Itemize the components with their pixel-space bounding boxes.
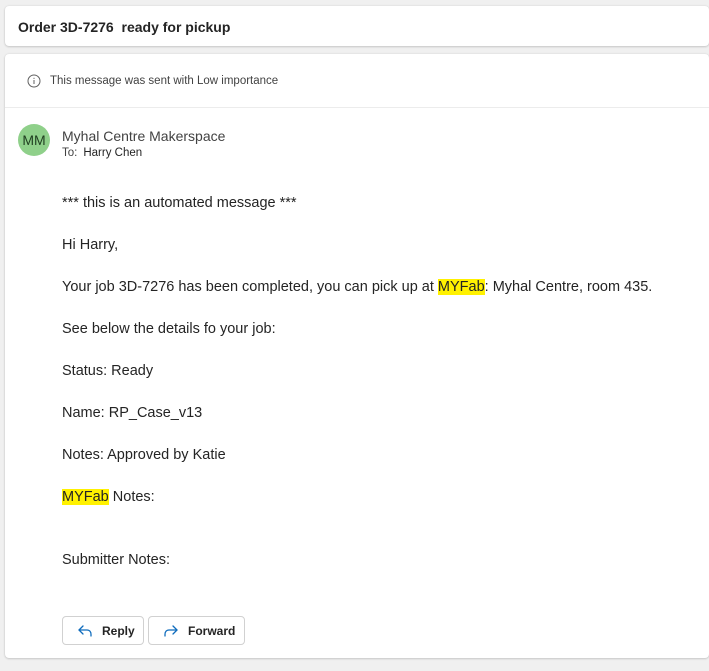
myfab-highlight: MYFab	[62, 489, 109, 505]
myfab-highlight: MYFab	[437, 279, 485, 295]
importance-banner: This message was sent with Low importanc…	[5, 54, 709, 108]
email-subject: Order 3D-7276 ready for pickup	[18, 19, 231, 35]
sender-name[interactable]: Myhal Centre Makerspace	[62, 128, 225, 144]
forward-button[interactable]: Forward	[148, 616, 245, 645]
greeting: Hi Harry,	[62, 237, 119, 253]
automated-notice: *** this is an automated message ***	[62, 195, 297, 211]
recipient-name[interactable]: Harry Chen	[83, 147, 142, 159]
reply-label: Reply	[102, 623, 135, 638]
details-intro: See below the details fo your job:	[62, 321, 276, 337]
reply-arrow-icon	[78, 624, 92, 637]
pickup-line: Your job 3D-7276 has been completed, you…	[62, 279, 652, 295]
message-card: This message was sent with Low importanc…	[5, 54, 709, 658]
notes-line: Notes: Approved by Katie	[62, 447, 226, 463]
avatar[interactable]: MM	[18, 124, 50, 156]
myfab-notes-label: Notes:	[108, 489, 155, 505]
pickup-location: : Myhal Centre, room 435.	[484, 279, 653, 295]
importance-notice: This message was sent with Low importanc…	[50, 75, 279, 87]
subject-bar: Order 3D-7276 ready for pickup	[5, 6, 709, 46]
forward-label: Forward	[188, 623, 236, 638]
myfab-notes-line: MYFab Notes:	[62, 489, 155, 505]
pickup-text: Your job 3D-7276 has been completed, you…	[62, 279, 438, 295]
to-label: To:	[62, 147, 78, 159]
recipient-line: To: Harry Chen	[62, 147, 142, 159]
submitter-notes-line: Submitter Notes:	[62, 552, 170, 568]
job-name-line: Name: RP_Case_v13	[62, 405, 203, 421]
forward-arrow-icon	[164, 624, 178, 637]
status-line: Status: Ready	[62, 363, 154, 379]
reply-button[interactable]: Reply	[62, 616, 144, 645]
info-icon	[27, 74, 41, 88]
